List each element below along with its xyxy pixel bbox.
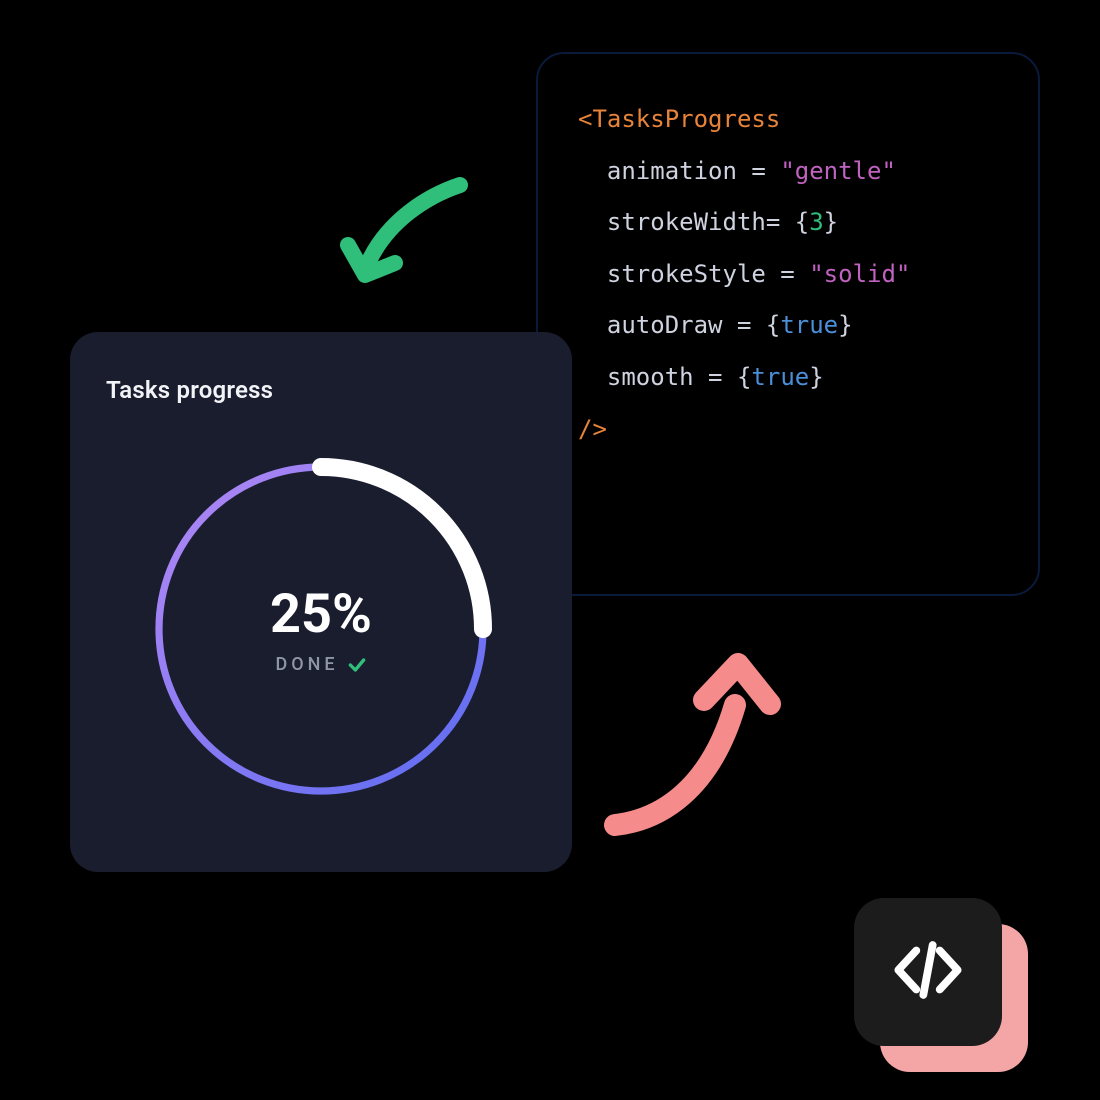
code-icon — [889, 931, 967, 1013]
code-badge — [854, 898, 1002, 1046]
tasks-progress-card: Tasks progress 25% DONE — [70, 332, 572, 872]
arrow-down-left-icon — [330, 175, 480, 325]
tasks-progress-title: Tasks progress — [106, 376, 536, 404]
progress-done-label: DONE — [275, 654, 338, 675]
arrow-up-right-icon — [600, 650, 800, 840]
progress-percent: 25% — [270, 583, 372, 646]
code-attr-strokestyle: strokeStyle = "solid" — [578, 249, 998, 301]
check-icon — [347, 655, 367, 675]
code-open-tag: <TasksProgress — [578, 94, 998, 146]
code-attr-smooth: smooth = {true} — [578, 352, 998, 404]
progress-ring: 25% DONE — [141, 449, 501, 809]
code-snippet-panel: <TasksProgress animation = "gentle" stro… — [536, 52, 1040, 596]
progress-done-row: DONE — [275, 654, 366, 675]
code-close-tag: /> — [578, 404, 998, 456]
code-attr-autodraw: autoDraw = {true} — [578, 300, 998, 352]
code-attr-strokewidth: strokeWidth= {3} — [578, 197, 998, 249]
code-attr-animation: animation = "gentle" — [578, 146, 998, 198]
